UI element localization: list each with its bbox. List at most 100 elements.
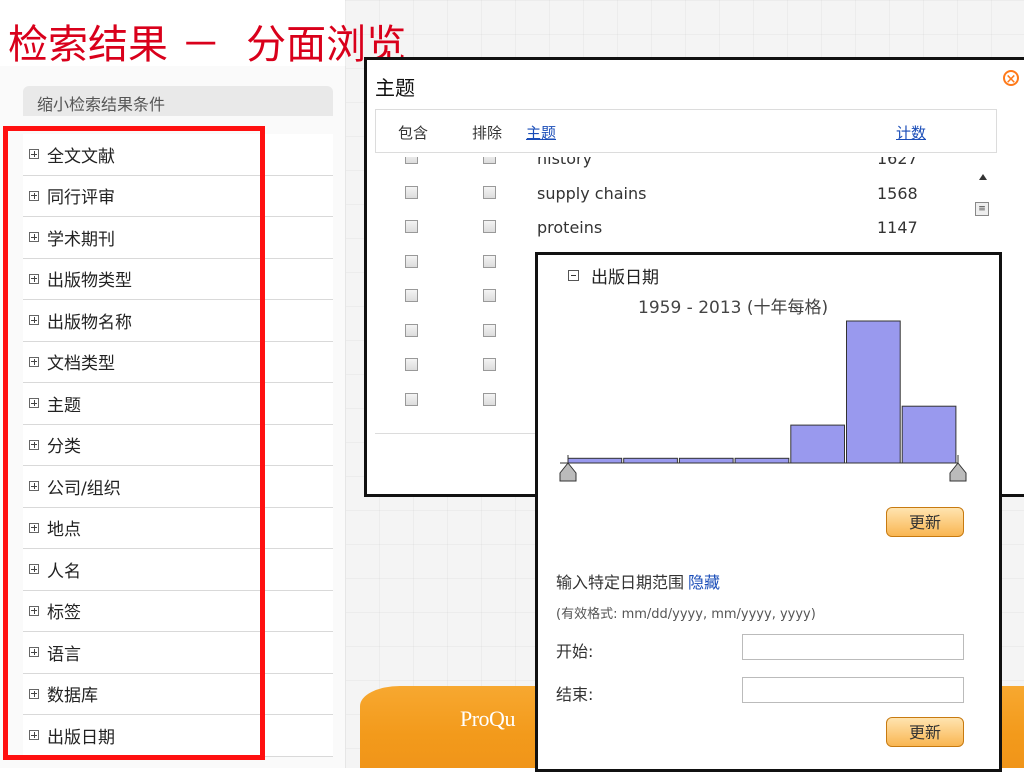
expand-plus-icon[interactable]	[29, 688, 39, 699]
facet-label: 同行评审	[47, 188, 115, 209]
histogram-bar[interactable]	[846, 320, 901, 464]
expand-plus-icon[interactable]	[29, 398, 39, 409]
brand-logo-text: ProQu	[460, 706, 515, 731]
facet-label: 文档类型	[47, 354, 115, 375]
facet-label: 分类	[47, 437, 81, 458]
start-date-input[interactable]	[742, 634, 964, 660]
include-checkbox[interactable]	[405, 392, 418, 406]
facet-label: 出版物类型	[47, 271, 132, 292]
facet-item[interactable]: 地点	[23, 507, 333, 549]
end-date-input[interactable]	[742, 677, 964, 703]
facet-list: 全文文献同行评审学术期刊出版物类型出版物名称文档类型主题分类公司/组织地点人名标…	[23, 134, 333, 757]
date-facet-label: 出版日期	[591, 268, 659, 288]
expand-plus-icon[interactable]	[29, 730, 39, 741]
expand-plus-icon[interactable]	[29, 315, 39, 326]
sort-by-subject-link[interactable]: 主题	[526, 122, 556, 143]
facet-label: 公司/组织	[47, 478, 121, 499]
column-include: 包含	[398, 124, 429, 142]
include-checkbox[interactable]	[405, 157, 418, 164]
facet-label: 标签	[47, 603, 81, 624]
facet-item[interactable]: 语言	[23, 632, 333, 674]
exclude-checkbox[interactable]	[483, 185, 496, 199]
include-checkbox[interactable]	[405, 323, 418, 337]
histogram-bar[interactable]	[901, 405, 957, 464]
include-checkbox[interactable]	[405, 185, 418, 199]
facet-item[interactable]: 文档类型	[23, 341, 333, 383]
start-date-label: 开始:	[556, 642, 594, 661]
facet-label: 全文文献	[47, 146, 115, 167]
facet-item[interactable]: 全文文献	[23, 134, 333, 176]
facet-item[interactable]: 公司/组织	[23, 466, 333, 508]
subject-table-header: 包含 排除 主题 计数	[375, 109, 997, 153]
histogram-bar[interactable]	[734, 457, 790, 464]
facet-item[interactable]: 分类	[23, 424, 333, 466]
subject-count: 1568	[877, 183, 918, 203]
subject-row: proteins 1147	[375, 212, 975, 247]
facet-label: 出版物名称	[47, 312, 132, 333]
include-checkbox[interactable]	[405, 220, 418, 233]
subject-row: history 1627	[375, 157, 975, 178]
subject-row: supply chains 1568	[375, 178, 975, 213]
update-button[interactable]: 更新	[886, 507, 964, 537]
facet-item[interactable]: 出版物类型	[23, 258, 333, 300]
include-checkbox[interactable]	[405, 289, 418, 302]
expand-plus-icon[interactable]	[29, 190, 39, 201]
facet-label: 数据库	[47, 686, 98, 707]
exclude-checkbox[interactable]	[483, 254, 496, 268]
exclude-checkbox[interactable]	[483, 358, 496, 371]
sort-by-count-link[interactable]: 计数	[896, 122, 926, 143]
histogram-bar[interactable]	[678, 457, 734, 464]
include-checkbox[interactable]	[405, 254, 418, 268]
subject-count: 1627	[877, 157, 918, 168]
expand-plus-icon[interactable]	[29, 564, 39, 575]
date-histogram[interactable]	[558, 315, 978, 485]
expand-plus-icon[interactable]	[29, 232, 39, 243]
subject-term[interactable]: history	[537, 157, 592, 168]
facet-item[interactable]: 标签	[23, 590, 333, 632]
end-date-label: 结束:	[556, 685, 594, 704]
subject-term[interactable]: supply chains	[537, 184, 646, 203]
facet-sidebar: 缩小检索结果条件 全文文献同行评审学术期刊出版物类型出版物名称文档类型主题分类公…	[0, 66, 346, 768]
expand-plus-icon[interactable]	[29, 481, 39, 492]
facet-item[interactable]: 主题	[23, 383, 333, 425]
exclude-checkbox[interactable]	[483, 220, 496, 233]
expand-plus-icon[interactable]	[29, 522, 39, 533]
narrow-results-header: 缩小检索结果条件	[23, 86, 333, 116]
collapse-icon[interactable]	[568, 270, 579, 281]
facet-item[interactable]: 出版日期	[23, 715, 333, 757]
scrollbar-thumb[interactable]: ≡	[975, 202, 989, 216]
facet-item[interactable]: 学术期刊	[23, 217, 333, 259]
date-facet-header[interactable]: 出版日期	[568, 263, 659, 288]
exclude-checkbox[interactable]	[483, 323, 496, 337]
specific-date-text: 输入特定日期范围	[556, 573, 685, 592]
histogram-bar[interactable]	[623, 457, 678, 464]
facet-label: 人名	[47, 561, 81, 582]
expand-plus-icon[interactable]	[29, 149, 39, 160]
exclude-checkbox[interactable]	[483, 392, 496, 406]
facet-item[interactable]: 数据库	[23, 673, 333, 715]
expand-plus-icon[interactable]	[29, 273, 39, 284]
facet-label: 语言	[47, 644, 81, 665]
publication-date-popup: 出版日期 1959 - 2013 (十年每格) 更新 输入特定日期范围 隐藏 (有…	[535, 252, 1002, 772]
subject-term[interactable]: proteins	[537, 218, 602, 237]
date-format-hint: (有效格式: mm/dd/yyyy, mm/yyyy, yyyy)	[556, 607, 816, 622]
narrow-results-label: 缩小检索结果条件	[37, 95, 166, 114]
scroll-up-arrow-icon[interactable]	[979, 174, 987, 180]
facet-item[interactable]: 人名	[23, 549, 333, 591]
apply-date-range-button[interactable]: 更新	[886, 717, 964, 747]
facet-label: 主题	[47, 395, 81, 416]
hide-link[interactable]: 隐藏	[688, 573, 720, 592]
histogram-bar[interactable]	[567, 457, 623, 464]
close-icon[interactable]: ×	[1003, 70, 1019, 87]
exclude-checkbox[interactable]	[483, 157, 496, 164]
expand-plus-icon[interactable]	[29, 356, 39, 367]
expand-plus-icon[interactable]	[29, 439, 39, 450]
expand-plus-icon[interactable]	[29, 605, 39, 616]
include-checkbox[interactable]	[405, 358, 418, 371]
facet-item[interactable]: 出版物名称	[23, 300, 333, 342]
histogram-bar[interactable]	[790, 424, 846, 464]
exclude-checkbox[interactable]	[483, 289, 496, 302]
facet-item[interactable]: 同行评审	[23, 175, 333, 217]
facet-label: 地点	[47, 520, 81, 541]
expand-plus-icon[interactable]	[29, 647, 39, 658]
